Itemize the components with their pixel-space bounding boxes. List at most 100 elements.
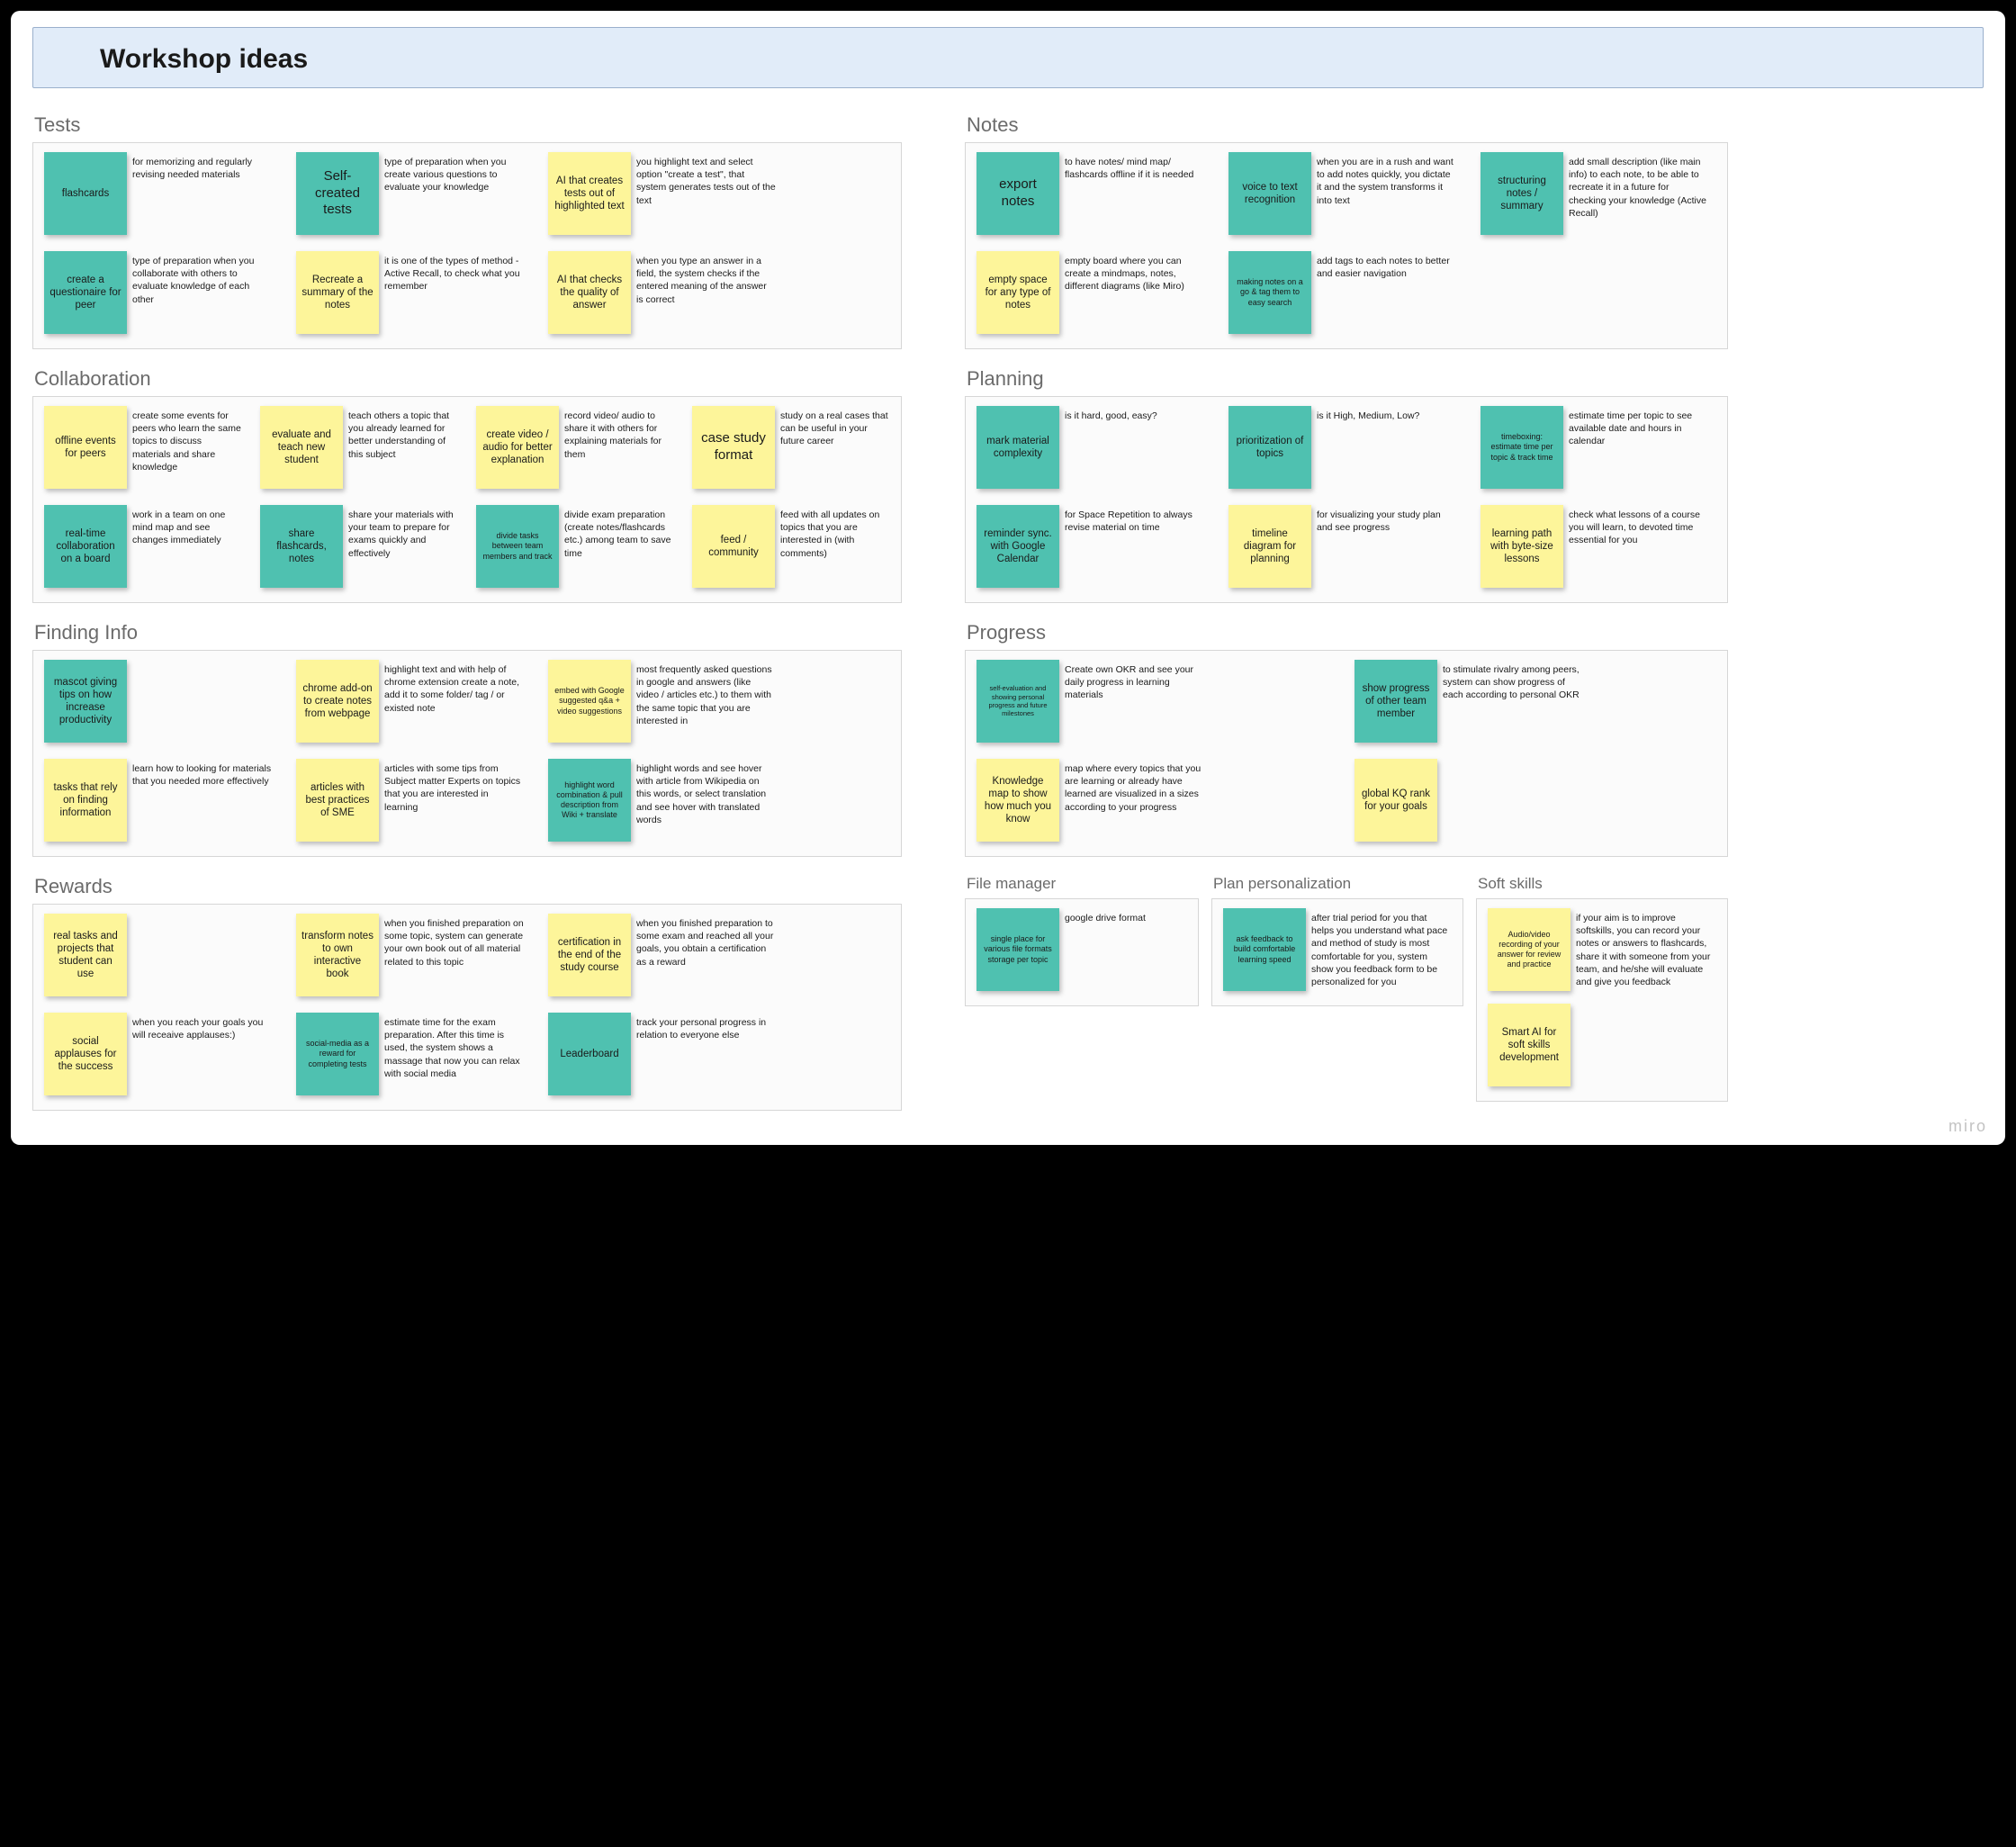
card-pair: create video / audio for better explanat…: [476, 406, 674, 489]
sticky-note[interactable]: single place for various file formats st…: [976, 908, 1059, 991]
sticky-note[interactable]: timeline diagram for planning: [1228, 505, 1311, 588]
card-pair: mascot giving tips on how increase produ…: [44, 660, 278, 743]
section-title-tests: Tests: [34, 113, 902, 137]
card-pair: highlight word combination & pull descri…: [548, 759, 782, 842]
card-pair: empty space for any type of notesempty b…: [976, 251, 1210, 334]
section-title-planning: Planning: [967, 367, 1728, 391]
card-pair: divide tasks between team members and tr…: [476, 505, 674, 588]
mini-col: File manager single place for various fi…: [965, 866, 1199, 1015]
watermark: miro: [1948, 1117, 1987, 1136]
sticky-note[interactable]: voice to text recognition: [1228, 152, 1311, 235]
sticky-desc: create some events for peers who learn t…: [132, 406, 242, 473]
sticky-desc: estimate time per topic to see available…: [1569, 406, 1708, 448]
page-title: Workshop ideas: [100, 44, 1958, 75]
card-pair: evaluate and teach new studentteach othe…: [260, 406, 458, 489]
card-pair: making notes on a go & tag them to easy …: [1228, 251, 1462, 334]
section-title-notes: Notes: [967, 113, 1728, 137]
sticky-desc: for Space Repetition to always revise ma…: [1065, 505, 1204, 534]
sticky-note[interactable]: prioritization of topics: [1228, 406, 1311, 489]
mini-section-group: File manager single place for various fi…: [965, 866, 1728, 1111]
sticky-note[interactable]: Recreate a summary of the notes: [296, 251, 379, 334]
card-pair: tasks that rely on finding informationle…: [44, 759, 278, 842]
sticky-desc: work in a team on one mind map and see c…: [132, 505, 242, 547]
sticky-note[interactable]: transform notes to own interactive book: [296, 914, 379, 996]
sticky-note[interactable]: AI that checks the quality of answer: [548, 251, 631, 334]
section-title-progress: Progress: [967, 621, 1728, 644]
card-pair: ask feedback to build comfortable learni…: [1223, 908, 1457, 991]
sticky-note[interactable]: social applauses for the success: [44, 1013, 127, 1095]
sticky-desc: to stimulate rivalry among peers, system…: [1443, 660, 1582, 702]
sticky-note[interactable]: real-time collaboration on a board: [44, 505, 127, 588]
sticky-note[interactable]: mascot giving tips on how increase produ…: [44, 660, 127, 743]
sticky-note[interactable]: making notes on a go & tag them to easy …: [1228, 251, 1311, 334]
sticky-note[interactable]: Self-created tests: [296, 152, 379, 235]
sticky-desc: type of preparation when you create vari…: [384, 152, 524, 194]
page: Workshop ideas Tests flashcardsfor memor…: [11, 11, 2005, 1145]
sticky-note[interactable]: divide tasks between team members and tr…: [476, 505, 559, 588]
sticky-note[interactable]: create a questionaire for peer: [44, 251, 127, 334]
sticky-note[interactable]: Knowledge map to show how much you know: [976, 759, 1059, 842]
sticky-note[interactable]: learning path with byte-size lessons: [1480, 505, 1563, 588]
sticky-note[interactable]: certification in the end of the study co…: [548, 914, 631, 996]
sticky-desc: is it hard, good, easy?: [1065, 406, 1157, 422]
section-rewards: real tasks and projects that student can…: [32, 904, 902, 1111]
sticky-note[interactable]: feed / community: [692, 505, 775, 588]
section-title-finding: Finding Info: [34, 621, 902, 644]
sticky-note[interactable]: Audio/video recording of your answer for…: [1488, 908, 1570, 991]
card-pair: case study formatstudy on a real cases t…: [692, 406, 890, 489]
sticky-note[interactable]: Leaderboard: [548, 1013, 631, 1095]
sticky-note[interactable]: timeboxing: estimate time per topic & tr…: [1480, 406, 1563, 489]
sticky-note[interactable]: ask feedback to build comfortable learni…: [1223, 908, 1306, 991]
section-finding: mascot giving tips on how increase produ…: [32, 650, 902, 857]
card-pair: Recreate a summary of the notesit is one…: [296, 251, 530, 334]
sticky-note[interactable]: share flashcards, notes: [260, 505, 343, 588]
section-softskills: Audio/video recording of your answer for…: [1476, 898, 1728, 1102]
sticky-note[interactable]: global KQ rank for your goals: [1354, 759, 1437, 842]
sticky-note[interactable]: self-evaluation and showing personal pro…: [976, 660, 1059, 743]
sticky-desc: when you reach your goals you will recea…: [132, 1013, 272, 1041]
sticky-note[interactable]: offline events for peers: [44, 406, 127, 489]
sticky-note[interactable]: export notes: [976, 152, 1059, 235]
sticky-desc: record video/ audio to share it with oth…: [564, 406, 674, 461]
card-pair: self-evaluation and showing personal pro…: [976, 660, 1336, 743]
sticky-desc: for visualizing your study plan and see …: [1317, 505, 1456, 534]
card-pair: Knowledge map to show how much you knowm…: [976, 759, 1336, 842]
card-pair: chrome add-on to create notes from webpa…: [296, 660, 530, 743]
sticky-desc: when you type an answer in a field, the …: [636, 251, 776, 306]
sticky-note[interactable]: show progress of other team member: [1354, 660, 1437, 743]
section-planning: mark material complexity is it hard, good…: [965, 396, 1728, 603]
sticky-note[interactable]: evaluate and teach new student: [260, 406, 343, 489]
sticky-note[interactable]: reminder sync. with Google Calendar: [976, 505, 1059, 588]
section-tests: flashcardsfor memorizing and regularly r…: [32, 142, 902, 349]
sticky-desc: learn how to looking for materials that …: [132, 759, 272, 788]
section-filemanager: single place for various file formats st…: [965, 898, 1199, 1006]
sticky-note[interactable]: real tasks and projects that student can…: [44, 914, 127, 996]
section-title-filemanager: File manager: [967, 875, 1199, 893]
sticky-note[interactable]: create video / audio for better explanat…: [476, 406, 559, 489]
sticky-note[interactable]: mark material complexity: [976, 406, 1059, 489]
sticky-note[interactable]: highlight word combination & pull descri…: [548, 759, 631, 842]
sticky-desc: add small description (like main info) t…: [1569, 152, 1708, 220]
sticky-note[interactable]: tasks that rely on finding information: [44, 759, 127, 842]
sticky-desc: google drive format: [1065, 908, 1146, 924]
sticky-note[interactable]: articles with best practices of SME: [296, 759, 379, 842]
sticky-note[interactable]: case study format: [692, 406, 775, 489]
section-notes: export notesto have notes/ mind map/ fla…: [965, 142, 1728, 349]
card-pair: learning path with byte-size lessonschec…: [1480, 505, 1714, 588]
sticky-note[interactable]: Smart AI for soft skills development: [1488, 1004, 1570, 1086]
card-pair: create a questionaire for peertype of pr…: [44, 251, 278, 334]
card-pair: AI that creates tests out of highlighted…: [548, 152, 782, 235]
sticky-note[interactable]: chrome add-on to create notes from webpa…: [296, 660, 379, 743]
sticky-desc: divide exam preparation (create notes/fl…: [564, 505, 674, 560]
section-title-rewards: Rewards: [34, 875, 902, 898]
sticky-note[interactable]: flashcards: [44, 152, 127, 235]
sticky-desc: highlight words and see hover with artic…: [636, 759, 776, 826]
sticky-note[interactable]: structuring notes / summary: [1480, 152, 1563, 235]
sticky-note[interactable]: AI that creates tests out of highlighted…: [548, 152, 631, 235]
sticky-note[interactable]: empty space for any type of notes: [976, 251, 1059, 334]
sticky-note[interactable]: embed with Google suggested q&a + video …: [548, 660, 631, 743]
right-column: Notes export notesto have notes/ mind ma…: [965, 104, 1728, 1111]
sticky-note[interactable]: social-media as a reward for completing …: [296, 1013, 379, 1095]
card-pair: global KQ rank for your goals: [1354, 759, 1714, 842]
sticky-desc: when you are in a rush and want to add n…: [1317, 152, 1456, 207]
